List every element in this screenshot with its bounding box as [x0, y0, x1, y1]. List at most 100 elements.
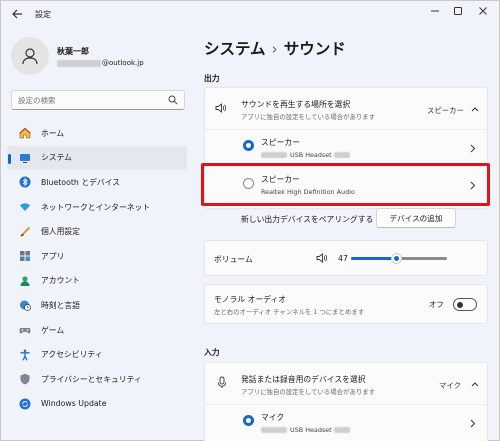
- brush-icon: [19, 226, 31, 238]
- sidebar-item-system[interactable]: システム: [7, 145, 187, 171]
- sidebar-item-label: Bluetooth とデバイス: [41, 177, 121, 187]
- back-button[interactable]: [11, 8, 27, 22]
- minimize-icon: [431, 10, 439, 12]
- breadcrumb: システム › サウンド: [204, 37, 346, 59]
- redacted-text: [333, 152, 350, 158]
- settings-window: 設定 秋葉一郎 @outlook.jp ホーム システム: [0, 0, 500, 441]
- search-box[interactable]: [11, 90, 185, 110]
- sidebar-item-label: ホーム: [41, 128, 65, 138]
- input-section-label: 入力: [204, 348, 220, 357]
- sidebar-nav: ホーム システム Bluetooth とデバイス ネットワークとインターネット …: [7, 121, 187, 416]
- user-email: @outlook.jp: [57, 59, 144, 67]
- mono-audio-toggle[interactable]: [453, 298, 477, 311]
- user-icon: [22, 48, 38, 65]
- chevron-up-icon: [471, 107, 479, 112]
- wifi-icon: [19, 201, 31, 213]
- sidebar-item-personalization[interactable]: 個人用設定: [7, 219, 187, 244]
- monitor-icon: [19, 152, 31, 164]
- bluetooth-icon: [19, 176, 31, 188]
- minimize-button[interactable]: [427, 6, 443, 20]
- user-name: 秋葉一郎: [57, 47, 89, 56]
- sidebar-item-label: ネットワークとインターネット: [41, 202, 151, 212]
- close-icon: [479, 7, 487, 15]
- maximize-icon: [454, 7, 462, 15]
- sidebar-item-label: 個人用設定: [41, 227, 80, 237]
- account-icon: [19, 275, 31, 287]
- close-button[interactable]: [475, 6, 491, 20]
- shield-icon: [19, 373, 31, 385]
- device-radio-selected[interactable]: [243, 415, 254, 426]
- sidebar-item-accessibility[interactable]: アクセシビリティ: [7, 342, 187, 367]
- title-bar: 設定: [1, 1, 499, 29]
- device-radio-selected[interactable]: [243, 140, 254, 151]
- sidebar-item-accounts[interactable]: アカウント: [7, 269, 187, 294]
- output-section-label: 出力: [204, 74, 220, 83]
- sidebar-item-label: システム: [41, 153, 72, 163]
- input-device-select[interactable]: 発話または録音用のデバイスを選択 アプリに独自の設定をしている場合があります マ…: [205, 363, 487, 404]
- slider-thumb-dot: [394, 256, 399, 261]
- search-input[interactable]: [18, 94, 168, 107]
- breadcrumb-parent[interactable]: システム: [204, 40, 266, 58]
- speaker-icon: [215, 103, 227, 113]
- output-device-row[interactable]: スピーカー USB Headset: [205, 130, 487, 166]
- email-suffix: @outlook.jp: [102, 59, 144, 67]
- microphone-icon: [217, 376, 227, 388]
- sidebar-item-label: プライバシーとセキュリティ: [41, 374, 142, 384]
- input-card: 発話または録音用のデバイスを選択 アプリに独自の設定をしている場合があります マ…: [204, 362, 488, 441]
- mono-audio-title: モノラル オーディオ: [214, 295, 287, 304]
- output-selected-value: スピーカー: [427, 106, 464, 115]
- pair-device-label: 新しい出力デバイスをペアリングする: [241, 215, 374, 224]
- input-device-row[interactable]: マイク USB Headset: [205, 405, 487, 441]
- breadcrumb-separator: ›: [271, 40, 278, 58]
- device-name: スピーカー: [261, 138, 300, 147]
- accessibility-icon: [19, 349, 31, 361]
- sidebar-item-label: アプリ: [41, 251, 65, 261]
- sidebar-item-bluetooth[interactable]: Bluetooth とデバイス: [7, 170, 187, 195]
- device-detail-text: USB Headset: [290, 151, 332, 159]
- volume-label: ボリューム: [214, 255, 253, 264]
- page-title: サウンド: [283, 40, 346, 58]
- mono-audio-subtitle: 左と右のオーディオ チャンネルを 1 つにまとめます: [214, 308, 365, 316]
- sidebar-item-label: アクセシビリティ: [41, 350, 103, 360]
- toggle-knob: [457, 301, 463, 308]
- input-select-subtitle: アプリに独自の設定をしている場合があります: [241, 388, 376, 396]
- maximize-button[interactable]: [450, 6, 466, 20]
- output-select-title: サウンドを再生する場所を選択: [241, 100, 351, 109]
- slider-fill: [351, 257, 396, 260]
- output-device-select[interactable]: サウンドを再生する場所を選択 アプリに独自の設定をしている場合があります スピー…: [205, 88, 487, 129]
- chevron-right-icon: [470, 419, 476, 428]
- output-select-subtitle: アプリに独自の設定をしている場合があります: [241, 113, 376, 121]
- sidebar-item-time-language[interactable]: 時刻と言語: [7, 293, 187, 318]
- sidebar-item-apps[interactable]: アプリ: [7, 244, 187, 269]
- volume-icon[interactable]: [316, 252, 328, 264]
- sidebar-item-home[interactable]: ホーム: [7, 121, 187, 146]
- window-title: 設定: [35, 10, 51, 19]
- volume-value: 47: [338, 254, 348, 263]
- sidebar-item-privacy[interactable]: プライバシーとセキュリティ: [7, 367, 187, 392]
- add-device-button[interactable]: デバイスの追加: [376, 208, 456, 228]
- search-icon[interactable]: [168, 95, 178, 105]
- highlight-box: [201, 163, 490, 206]
- avatar[interactable]: [11, 37, 49, 75]
- sidebar-item-label: アカウント: [41, 276, 80, 286]
- globe-clock-icon: [19, 299, 31, 312]
- redacted-text: [57, 59, 101, 67]
- chevron-up-icon: [471, 382, 479, 387]
- input-selected-value: マイク: [439, 381, 462, 390]
- slider-thumb[interactable]: [391, 253, 402, 264]
- sidebar-item-gaming[interactable]: ゲーム: [7, 318, 187, 343]
- device-detail-text: USB Headset: [290, 426, 332, 434]
- sidebar-item-windows-update[interactable]: Windows Update: [7, 392, 187, 417]
- volume-slider[interactable]: [351, 251, 447, 266]
- apps-icon: [19, 250, 31, 262]
- device-detail: USB Headset: [261, 426, 351, 434]
- home-icon: [19, 127, 31, 139]
- device-detail: USB Headset: [261, 151, 351, 159]
- sidebar-item-network[interactable]: ネットワークとインターネット: [7, 195, 187, 220]
- sidebar-item-label: ゲーム: [41, 325, 65, 335]
- input-select-title: 発話または録音用のデバイスを選択: [241, 375, 366, 384]
- redacted-text: [261, 152, 287, 158]
- gamepad-icon: [19, 324, 31, 336]
- sidebar-item-label: Windows Update: [41, 399, 107, 409]
- chevron-right-icon: [470, 144, 476, 153]
